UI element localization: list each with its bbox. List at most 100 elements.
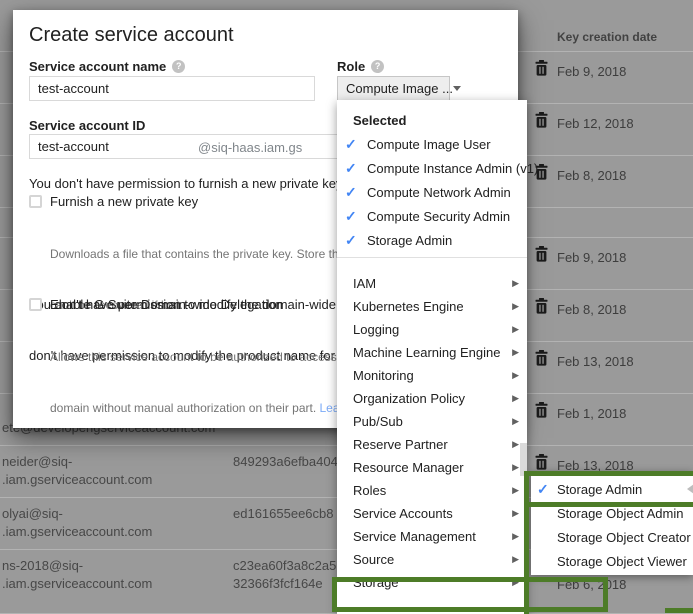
selected-role-label: Storage Admin	[367, 233, 452, 248]
key-creation-date: Feb 9, 2018	[557, 64, 626, 79]
furnish-key-checkbox[interactable]	[29, 195, 42, 208]
role-category-item[interactable]: Machine Learning Engine ▶	[337, 341, 527, 364]
role-label: Role	[337, 59, 384, 74]
role-category-item[interactable]: Monitoring ▶	[337, 364, 527, 387]
role-category-label: Storage	[353, 575, 399, 590]
caret-right-icon: ▶	[512, 439, 519, 450]
role-category-item[interactable]: IAM ▶	[337, 272, 527, 295]
key-creation-date: Feb 6, 2018	[557, 577, 626, 592]
selected-role-item[interactable]: ✓Compute Image User	[337, 132, 527, 156]
role-category-label: Logging	[353, 322, 399, 337]
storage-role-label: Storage Admin	[557, 482, 642, 497]
key-creation-date: Feb 13, 2018	[557, 354, 634, 369]
role-category-item[interactable]: Service Management▶	[337, 525, 527, 548]
role-category-item[interactable]: Organization Policy▶	[337, 387, 527, 410]
selected-role-item[interactable]: ✓Storage Admin	[337, 228, 527, 252]
caret-right-icon: ▶	[512, 370, 519, 381]
role-category-label: Machine Learning Engine	[353, 345, 500, 360]
id-domain-suffix: @siq-haas.iam.gs	[198, 140, 302, 155]
key-id: 849293a6efba404	[233, 453, 338, 471]
caret-right-icon: ▶	[512, 485, 519, 496]
key-creation-date: Feb 1, 2018	[557, 406, 626, 421]
service-account-name-label: Service account name	[29, 59, 185, 74]
key-creation-date: Feb 9, 2018	[557, 250, 626, 265]
role-categories-list: IAM▶Kubernetes Engine▶Logging▶Machine Le…	[337, 272, 527, 594]
dialog-title: Create service account	[29, 24, 234, 47]
role-category-label: Source	[353, 552, 394, 567]
selected-role-item[interactable]: ✓Compute Security Admin	[337, 204, 527, 228]
role-category-label: Organization Policy	[353, 391, 465, 406]
key-creation-date: Feb 8, 2018	[557, 302, 626, 317]
caret-right-icon: ▶	[512, 278, 519, 289]
caret-left-icon	[687, 484, 693, 494]
role-category-label: Resource Manager	[353, 460, 464, 475]
role-category-item[interactable]: Pub/Sub▶	[337, 410, 527, 433]
caret-right-icon: ▶	[512, 416, 519, 427]
storage-submenu-list: ✓Storage Admin Storage Object Admin Storag…	[531, 477, 693, 573]
service-account-id-label: Service account ID	[29, 118, 145, 133]
caret-right-icon: ▶	[512, 508, 519, 519]
key-id: c23ea60f3a8c2a532366f3fcf164e	[233, 557, 336, 593]
storage-role-item[interactable]: Storage Object Creator	[531, 525, 693, 549]
delegation-label: Enable G Suite Domain-wide Delegation	[50, 297, 283, 312]
selected-role-item[interactable]: ✓Compute Instance Admin (v1)	[337, 156, 527, 180]
storage-role-label: Storage Object Admin	[557, 506, 683, 521]
trash-icon[interactable]	[534, 60, 548, 76]
caret-right-icon: ▶	[512, 577, 519, 588]
role-category-item[interactable]: Logging ▶	[337, 318, 527, 341]
checkmark-icon: ✓	[537, 481, 557, 498]
delegation-description: Allows this service account to be author…	[50, 315, 352, 451]
caret-right-icon: ▶	[512, 347, 519, 358]
checkmark-icon: ✓	[345, 208, 367, 225]
role-category-item[interactable]: Reserve Partner▶	[337, 433, 527, 456]
trash-icon[interactable]	[534, 112, 548, 128]
checkmark-icon: ✓	[345, 160, 367, 177]
caret-down-icon	[453, 86, 461, 91]
selected-role-label: Compute Network Admin	[367, 185, 511, 200]
storage-submenu-panel: ✓Storage Admin Storage Object Admin Storag…	[531, 471, 693, 575]
caret-right-icon: ▶	[512, 324, 519, 335]
selected-role-item[interactable]: ✓Compute Network Admin	[337, 180, 527, 204]
help-icon[interactable]	[371, 60, 384, 73]
menu-divider	[337, 257, 527, 258]
storage-role-label: Storage Object Creator	[557, 530, 691, 545]
trash-icon[interactable]	[534, 298, 548, 314]
storage-role-item[interactable]: Storage Object Viewer	[531, 549, 693, 573]
role-category-item[interactable]: Kubernetes Engine▶	[337, 295, 527, 318]
role-category-label: IAM	[353, 276, 376, 291]
trash-icon[interactable]	[534, 402, 548, 418]
service-account-name-input[interactable]: test-account	[29, 76, 315, 101]
caret-right-icon: ▶	[512, 554, 519, 565]
role-category-item[interactable]: Storage ▶	[337, 571, 527, 594]
selected-role-label: Compute Image User	[367, 137, 491, 152]
checkmark-icon: ✓	[345, 136, 367, 153]
checkmark-icon: ✓	[345, 184, 367, 201]
role-category-item[interactable]: Source ▶	[337, 548, 527, 571]
role-category-label: Roles	[353, 483, 386, 498]
role-category-item[interactable]: Resource Manager ▶	[337, 456, 527, 479]
role-category-item[interactable]: Roles ▶	[337, 479, 527, 502]
furnish-key-label: Furnish a new private key	[50, 194, 198, 209]
furnish-key-checkbox-row: Furnish a new private key	[29, 194, 198, 209]
storage-role-item[interactable]: Storage Object Admin	[531, 501, 693, 525]
delegation-checkbox[interactable]	[29, 298, 42, 311]
checkmark-icon: ✓	[345, 232, 367, 249]
role-category-item[interactable]: Service Accounts▶	[337, 502, 527, 525]
selected-roles-list: ✓Compute Image User✓Compute Instance Adm…	[337, 132, 527, 252]
key-id: ed161655ee6cb8	[233, 505, 334, 523]
storage-role-item[interactable]: ✓Storage Admin	[531, 477, 693, 501]
help-icon[interactable]	[172, 60, 185, 73]
trash-icon[interactable]	[534, 454, 548, 470]
caret-right-icon: ▶	[512, 462, 519, 473]
key-creation-date-header: Key creation date	[557, 30, 657, 44]
role-category-label: Monitoring	[353, 368, 414, 383]
role-dropdown-trigger[interactable]: Compute Image ...	[337, 76, 450, 101]
delegation-checkbox-row: Enable G Suite Domain-wide Delegation	[29, 297, 283, 312]
role-category-label: Service Management	[353, 529, 476, 544]
key-creation-date: Feb 8, 2018	[557, 168, 626, 183]
account-email: ns-2018@siq-.iam.gserviceaccount.com	[2, 557, 152, 593]
trash-icon[interactable]	[534, 350, 548, 366]
role-dropdown-panel: Selected ✓Compute Image User✓Compute Ins…	[337, 100, 527, 614]
dropdown-scrollbar-thumb[interactable]	[520, 443, 527, 476]
trash-icon[interactable]	[534, 246, 548, 262]
